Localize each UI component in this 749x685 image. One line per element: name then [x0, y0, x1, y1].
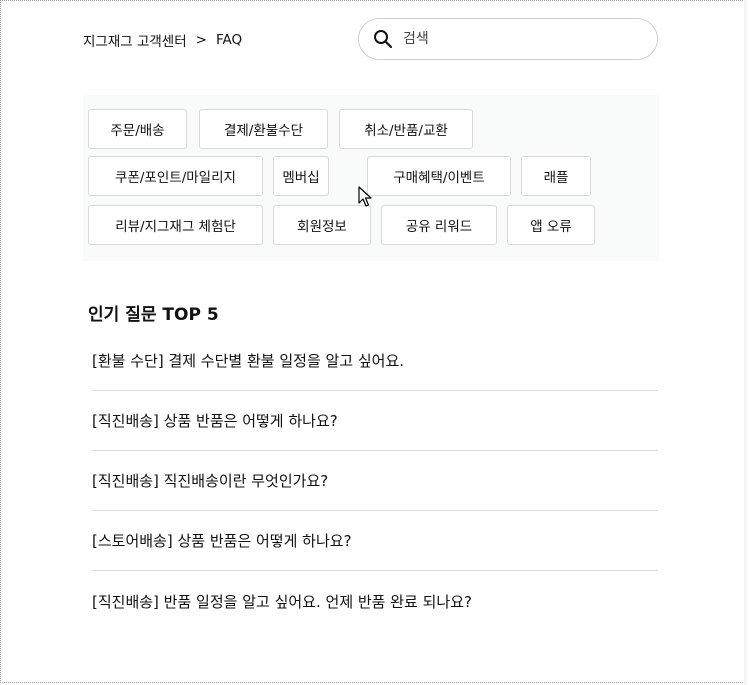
faq-item[interactable]: [직진배송] 반품 일정을 알고 싶어요. 언제 반품 완료 되나요?: [92, 571, 658, 631]
popular-questions-heading: 인기 질문 TOP 5: [88, 305, 219, 325]
category-panel: 주문/배송 결제/환불수단 취소/반품/교환 쿠폰/포인트/마일리지 멤버십 구…: [83, 95, 659, 261]
category-chip-coupon-point-mileage[interactable]: 쿠폰/포인트/마일리지: [88, 156, 263, 196]
popular-questions-list: [환불 수단] 결제 수단별 환불 일정을 알고 싶어요. [직진배송] 상품 …: [92, 331, 658, 631]
faq-item[interactable]: [직진배송] 직진배송이란 무엇인가요?: [92, 451, 658, 511]
faq-item[interactable]: [환불 수단] 결제 수단별 환불 일정을 알고 싶어요.: [92, 331, 658, 391]
breadcrumb: 지그재그 고객센터 > FAQ: [83, 30, 242, 50]
breadcrumb-separator: >: [195, 32, 207, 48]
category-chip-review-tester[interactable]: 리뷰/지그재그 체험단: [88, 205, 263, 245]
category-chip-payment-refund[interactable]: 결제/환불수단: [199, 109, 328, 149]
category-chip-raffle[interactable]: 래플: [521, 156, 591, 196]
frame-shadow: [744, 0, 749, 685]
category-chip-app-error[interactable]: 앱 오류: [507, 205, 595, 245]
search-box[interactable]: [358, 18, 658, 60]
faq-item[interactable]: [스토어배송] 상품 반품은 어떻게 하나요?: [92, 511, 658, 571]
mouse-cursor-icon: [358, 186, 372, 207]
faq-item[interactable]: [직진배송] 상품 반품은 어떻게 하나요?: [92, 391, 658, 451]
search-input[interactable]: [401, 30, 635, 48]
category-chip-share-reward[interactable]: 공유 리워드: [381, 205, 497, 245]
category-chip-cancel-return-exchange[interactable]: 취소/반품/교환: [339, 109, 473, 149]
search-icon[interactable]: [373, 29, 393, 49]
breadcrumb-current: FAQ: [215, 32, 243, 48]
category-chip-benefits-events[interactable]: 구매혜택/이벤트: [367, 156, 511, 196]
category-chip-membership[interactable]: 멤버십: [273, 156, 329, 196]
breadcrumb-home-link[interactable]: 지그재그 고객센터: [83, 30, 187, 50]
category-chip-order-delivery[interactable]: 주문/배송: [88, 109, 187, 149]
category-chip-member-info[interactable]: 회원정보: [273, 205, 371, 245]
